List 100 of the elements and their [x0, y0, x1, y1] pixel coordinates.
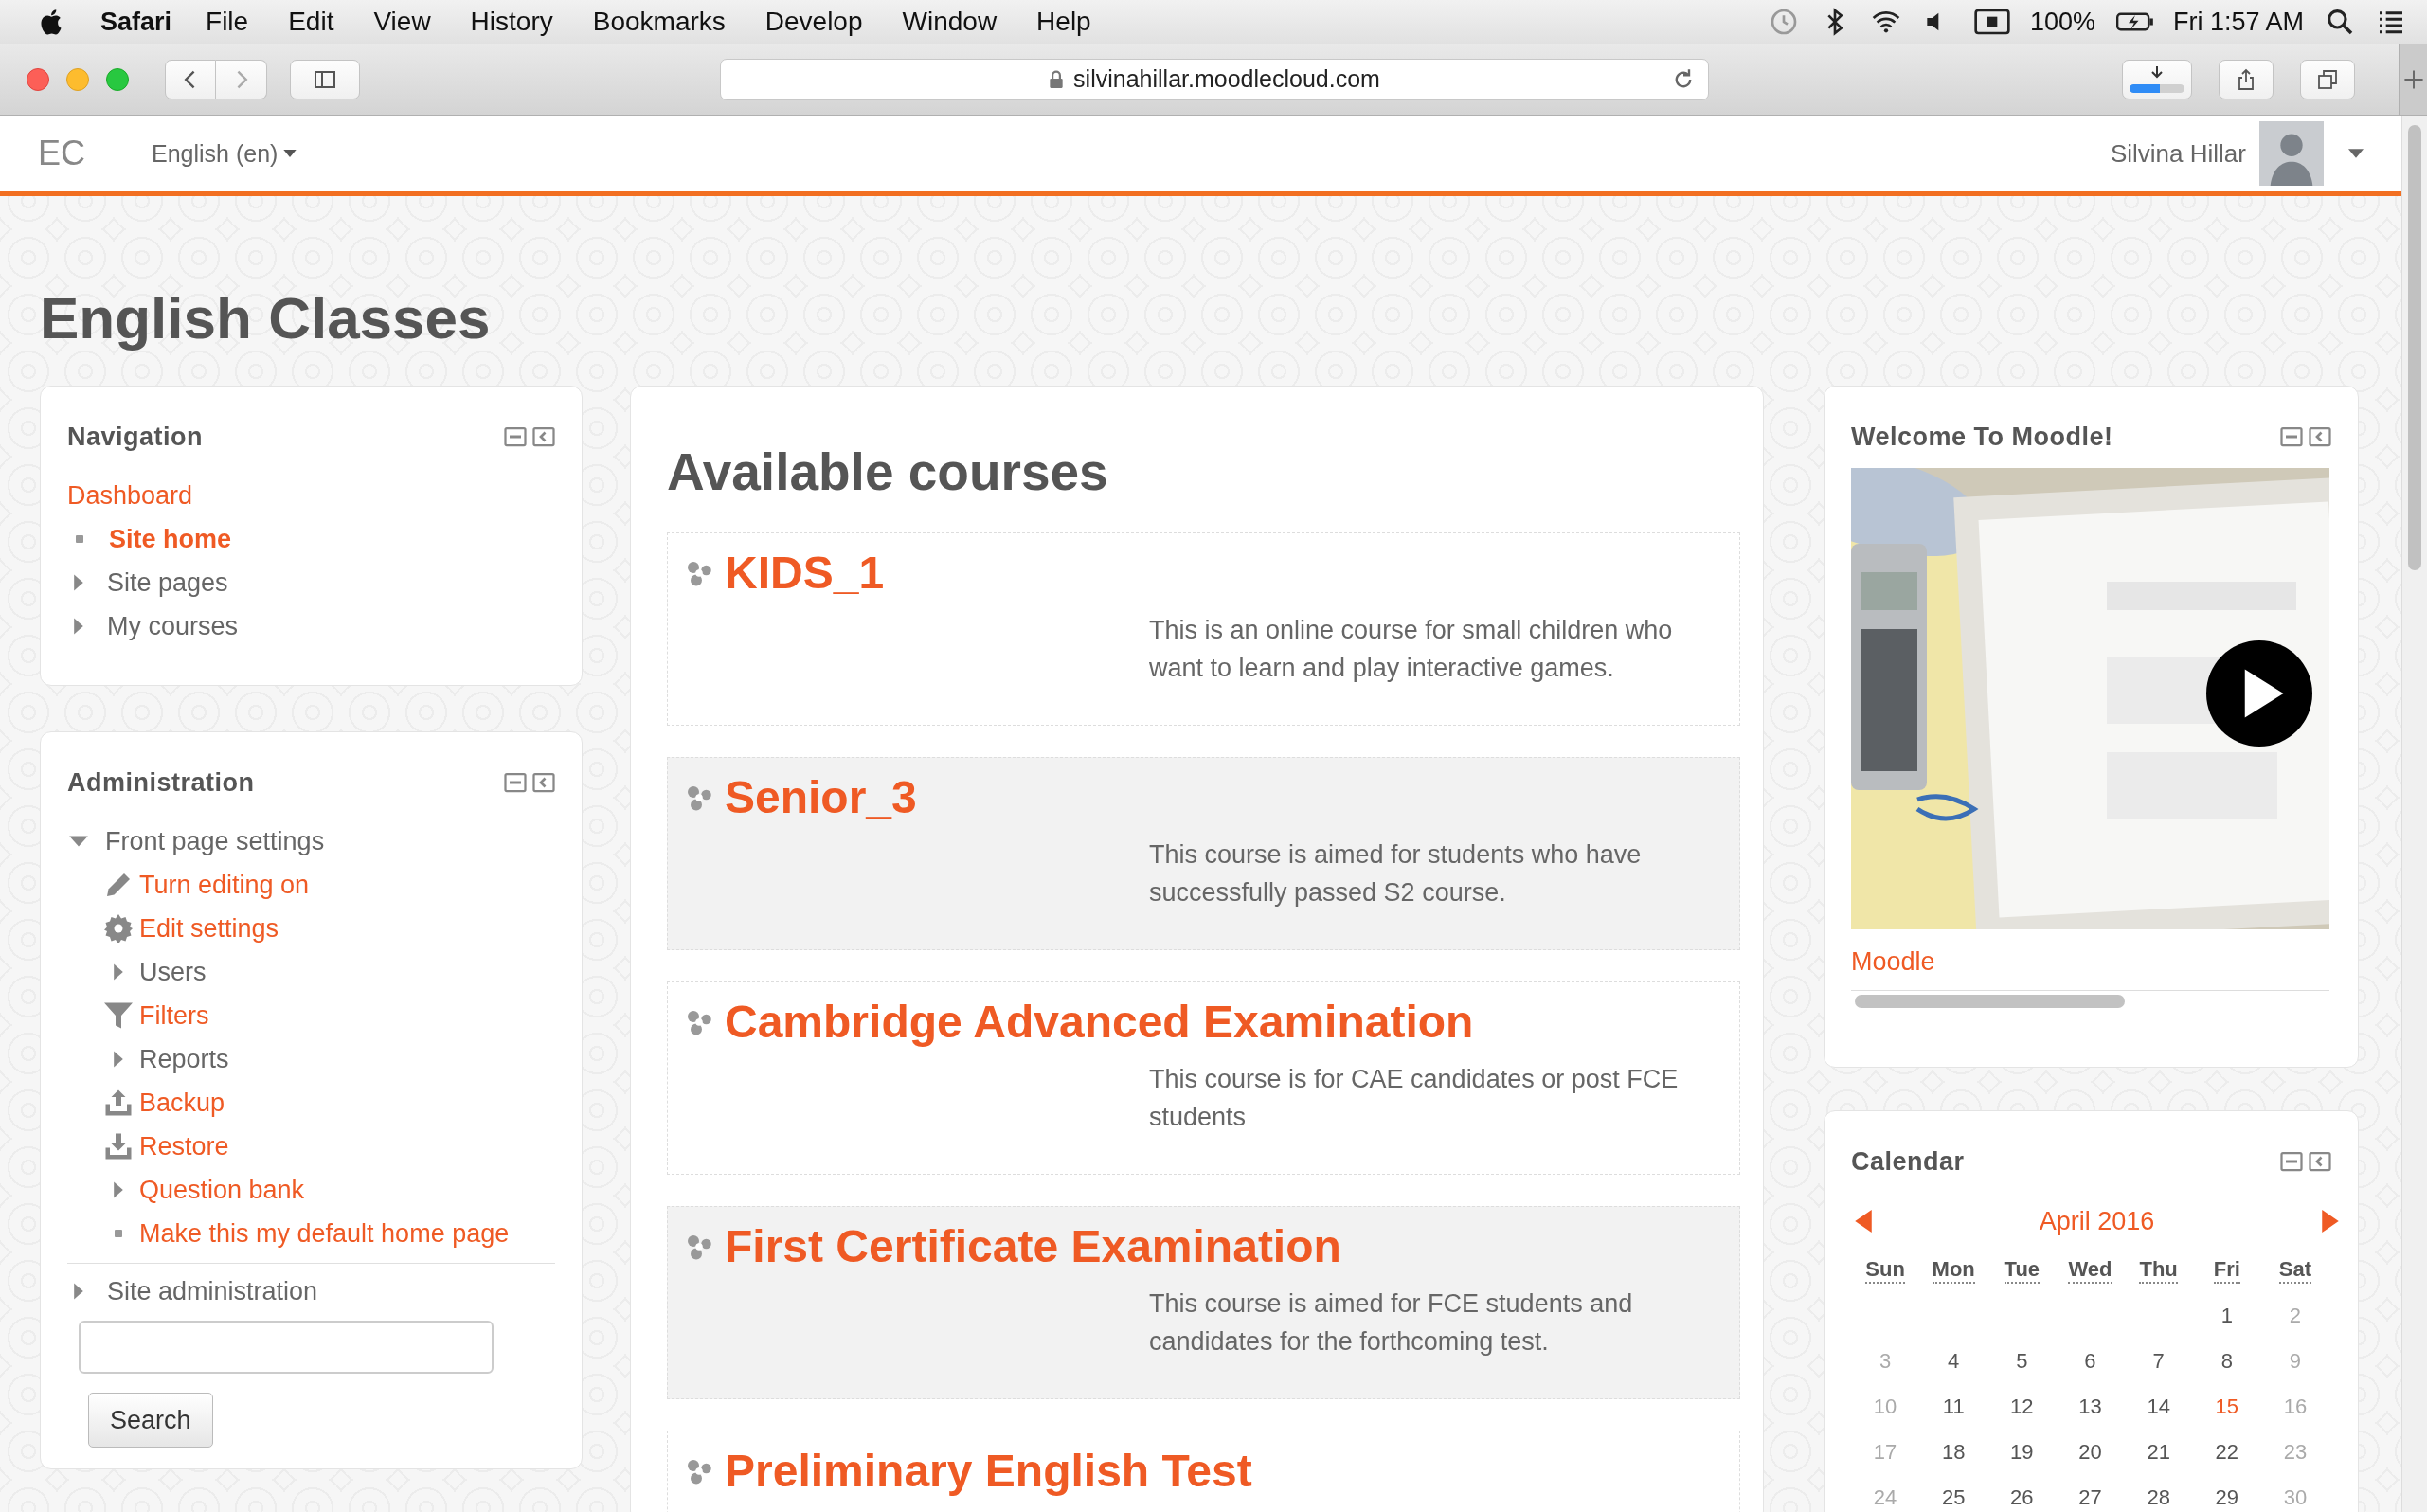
weekday-header: Thu: [2139, 1257, 2178, 1284]
tree-item[interactable]: Site administration: [107, 1276, 318, 1306]
dock-icon[interactable]: [532, 426, 555, 447]
expand-arrow-icon[interactable]: [73, 574, 84, 591]
expand-arrow-icon[interactable]: [73, 1283, 84, 1300]
calendar-day[interactable]: 27: [2078, 1485, 2102, 1510]
tree-item[interactable]: Front page settings: [105, 826, 325, 856]
tabs-button[interactable]: [2300, 59, 2355, 99]
downloads-button[interactable]: [2122, 59, 2192, 99]
menu-item[interactable]: File: [206, 7, 249, 37]
calendar-day[interactable]: 15: [2215, 1395, 2238, 1419]
calendar-day[interactable]: 7: [2152, 1349, 2165, 1374]
menu-item[interactable]: History: [470, 7, 553, 37]
calendar-day[interactable]: 28: [2147, 1485, 2170, 1510]
menu-item[interactable]: Bookmarks: [592, 7, 726, 37]
course-icon: [685, 783, 713, 812]
site-logo[interactable]: EC: [38, 134, 85, 173]
plus-icon: [2401, 67, 2425, 91]
calendar-day[interactable]: 11: [1942, 1395, 1965, 1419]
minimize-icon[interactable]: [504, 426, 527, 447]
block-title: Navigation: [67, 422, 204, 452]
calendar-day[interactable]: 25: [1941, 1485, 1966, 1510]
app-menu[interactable]: Safari: [100, 7, 172, 37]
expand-arrow-icon[interactable]: [73, 618, 84, 635]
calendar-day[interactable]: 6: [2084, 1349, 2096, 1374]
expand-arrow-icon[interactable]: [113, 1181, 124, 1198]
calendar-day[interactable]: 19: [2010, 1440, 2034, 1465]
calendar-day[interactable]: 29: [2215, 1485, 2238, 1510]
navigation-item[interactable]: Site home: [109, 524, 232, 554]
dock-icon[interactable]: [2309, 426, 2331, 447]
next-month-icon[interactable]: [2322, 1210, 2339, 1233]
back-button[interactable]: [165, 59, 216, 99]
calendar-day[interactable]: 20: [2078, 1440, 2102, 1465]
user-name[interactable]: Silvina Hillar: [2110, 138, 2246, 169]
weekday-header: Sun: [1865, 1257, 1905, 1284]
dock-icon[interactable]: [532, 772, 555, 793]
course-title-link[interactable]: Cambridge Advanced Examination: [725, 992, 1474, 1053]
search-field[interactable]: [79, 1321, 494, 1374]
calendar-day[interactable]: 8: [2220, 1349, 2233, 1374]
course-summary: This course is for CAE candidates or post FCE students: [1149, 1064, 1680, 1133]
tree-item[interactable]: Users: [139, 957, 207, 987]
calendar-day[interactable]: 21: [2147, 1440, 2170, 1465]
calendar-day[interactable]: 18: [1941, 1440, 1966, 1465]
language-menu[interactable]: English (en): [152, 139, 297, 168]
navigation-item[interactable]: My courses: [107, 611, 239, 641]
dashboard-link[interactable]: Dashboard: [67, 474, 555, 517]
zoom-button[interactable]: [106, 67, 129, 91]
previous-month-icon[interactable]: [1855, 1210, 1872, 1233]
calendar-day[interactable]: 12: [2010, 1395, 2034, 1419]
share-button[interactable]: [2219, 59, 2274, 99]
expand-arrow-icon[interactable]: [113, 963, 124, 981]
admin-link[interactable]: Edit settings: [139, 913, 279, 944]
admin-link[interactable]: Restore: [139, 1131, 229, 1161]
block-title: Welcome To Moodle!: [1851, 422, 2113, 452]
menu-clock[interactable]: Fri 1:57 AM: [2172, 7, 2304, 37]
avatar[interactable]: [2259, 121, 2324, 186]
dock-icon[interactable]: [2309, 1151, 2331, 1172]
keyboard-input-icon[interactable]: [1972, 7, 2011, 37]
sidebar-button[interactable]: [290, 59, 360, 99]
menu-item[interactable]: Develop: [764, 7, 863, 37]
expand-arrow-icon[interactable]: [113, 1051, 124, 1068]
calendar-day[interactable]: 14: [2147, 1395, 2170, 1419]
search-button[interactable]: Search: [88, 1393, 213, 1448]
admin-link[interactable]: Question bank: [139, 1175, 305, 1205]
calendar-day[interactable]: 1: [2220, 1304, 2233, 1328]
course-title-link[interactable]: Senior_3: [725, 767, 917, 828]
admin-link[interactable]: Turn editing on: [139, 870, 310, 900]
weekday-header: Sat: [2278, 1257, 2312, 1284]
minimize-icon[interactable]: [2280, 426, 2303, 447]
course-title-link[interactable]: KIDS_1: [725, 543, 885, 603]
calendar-day[interactable]: 26: [2010, 1485, 2034, 1510]
calendar-day[interactable]: 4: [1948, 1349, 1960, 1374]
vertical-scrollbar[interactable]: [2401, 116, 2427, 1512]
course-title-link[interactable]: First Certificate Examination: [725, 1216, 1341, 1277]
menu-item[interactable]: View: [373, 7, 431, 37]
search-icon[interactable]: [2325, 7, 2355, 37]
close-button[interactable]: [27, 67, 49, 91]
moodle-link[interactable]: Moodle: [1851, 943, 2343, 981]
tree-item[interactable]: Reports: [139, 1044, 229, 1074]
weekday-header: Wed: [2068, 1257, 2112, 1284]
play-button[interactable]: [2206, 640, 2312, 747]
admin-link[interactable]: Make this my default home page: [139, 1218, 510, 1249]
month-title[interactable]: April 2016: [2039, 1206, 2155, 1236]
caret-icon[interactable]: [2348, 149, 2364, 158]
weekday-header: Mon: [1932, 1257, 1975, 1284]
course-title-link[interactable]: Preliminary English Test: [725, 1441, 1252, 1502]
address-bar[interactable]: silvinahillar.moodlecloud.com: [720, 58, 1709, 100]
menu-item[interactable]: Help: [1036, 7, 1091, 37]
menu-item[interactable]: Window: [902, 7, 998, 37]
new-tab-button[interactable]: [2399, 44, 2427, 115]
minimize-icon[interactable]: [2280, 1151, 2303, 1172]
admin-link[interactable]: Filters: [139, 1000, 209, 1031]
calendar-day[interactable]: 13: [2078, 1395, 2102, 1419]
menu-item[interactable]: Edit: [288, 7, 334, 37]
navigation-item[interactable]: Site pages: [107, 567, 228, 598]
admin-link[interactable]: Backup: [139, 1088, 225, 1118]
calendar-day[interactable]: 22: [2215, 1440, 2238, 1465]
calendar-day[interactable]: 5: [2016, 1349, 2028, 1374]
minimize-icon[interactable]: [504, 772, 527, 793]
collapse-arrow-icon[interactable]: [69, 835, 88, 848]
